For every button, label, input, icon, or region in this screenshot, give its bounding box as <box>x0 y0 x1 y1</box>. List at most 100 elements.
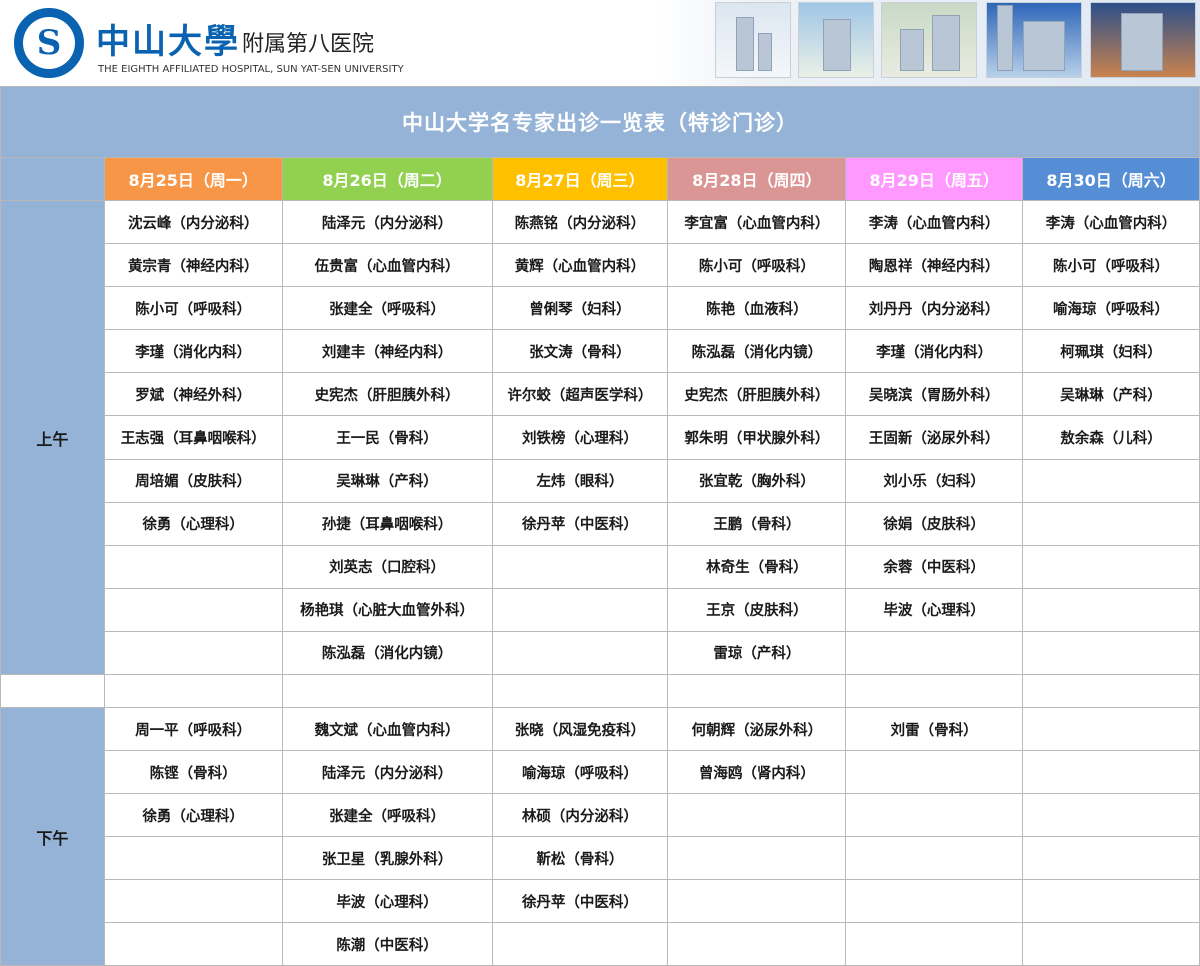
doctor-cell: 周一平（呼吸科） <box>103 707 283 752</box>
building-photo <box>1090 2 1196 78</box>
doctor-cell <box>845 922 1024 966</box>
brand-subname-chinese: 附属第八医院 <box>242 32 375 57</box>
doctor-cell: 徐勇（心理科） <box>103 501 283 546</box>
expert-schedule-table: 中山大学名专家出诊一览表（特诊门诊） 8月25日（周一） 8月26日（周二） 8… <box>0 86 1200 966</box>
doctor-cell: 刘铁榜（心理科） <box>491 415 669 460</box>
doctor-cell: 陈小可（呼吸科） <box>667 243 847 288</box>
doctor-cell <box>491 922 669 966</box>
doctor-cell: 陈潮（中医科） <box>281 922 493 966</box>
doctor-cell: 陆泽元（内分泌科） <box>281 199 493 245</box>
doctor-cell: 史宪杰（肝胆胰外科） <box>281 372 493 417</box>
doctor-cell: 张建全（呼吸科） <box>281 286 493 331</box>
schedule-row: 杨艳琪（心脏大血管外科） 王京（皮肤科） 毕波（心理科） <box>1 587 1200 632</box>
doctor-cell <box>103 922 283 966</box>
date-header: 8月29日（周五） <box>845 157 1024 201</box>
doctor-cell: 余蓉（中医科） <box>845 544 1024 589</box>
building-photo <box>986 2 1082 78</box>
doctor-cell: 刘小乐（妇科） <box>845 458 1024 503</box>
doctor-cell: 王志强（耳鼻咽喉科） <box>103 415 283 460</box>
doctor-cell <box>845 836 1024 881</box>
doctor-cell: 黄辉（心血管内科） <box>491 243 669 288</box>
doctor-cell: 张卫星（乳腺外科） <box>281 836 493 881</box>
schedule-row: 陈小可（呼吸科） 张建全（呼吸科） 曾俐琴（妇科） 陈艳（血液科） 刘丹丹（内分泌科）喻… <box>1 286 1200 331</box>
schedule-row: 徐勇（心理科） 孙捷（耳鼻咽喉科） 徐丹苹（中医科） 王鹏（骨科） 徐娟（皮肤科） <box>1 501 1200 546</box>
building-photo <box>798 2 874 78</box>
doctor-cell: 曾俐琴（妇科） <box>491 286 669 331</box>
doctor-cell <box>1022 630 1200 676</box>
doctor-cell <box>491 630 669 676</box>
doctor-cell <box>845 879 1024 924</box>
doctor-cell: 陈泓磊（消化内镜） <box>667 329 847 374</box>
building-photo <box>881 2 977 78</box>
doctor-cell: 张建全（呼吸科） <box>281 793 493 838</box>
doctor-cell: 沈云峰（内分泌科） <box>103 199 283 245</box>
doctor-cell <box>667 922 847 966</box>
doctor-cell <box>1022 750 1200 795</box>
doctor-cell: 左炜（眼科） <box>491 458 669 503</box>
doctor-cell: 刘丹丹（内分泌科） <box>845 286 1024 331</box>
schedule-row: 陈铿（骨科） 陆泽元（内分泌科） 喻海琼（呼吸科） 曾海鸥（肾内科） <box>1 750 1200 795</box>
doctor-cell <box>845 630 1024 676</box>
schedule-row: 上午 沈云峰（内分泌科） 陆泽元（内分泌科） 陈燕铭（内分泌科） 李宜富（心血管内科）李… <box>0 199 1200 676</box>
doctor-cell: 罗斌（神经外科） <box>103 372 283 417</box>
doctor-cell: 吴琳琳（产科） <box>1022 372 1200 417</box>
doctor-cell: 林硕（内分泌科） <box>491 793 669 838</box>
doctor-cell: 刘建丰（神经内科） <box>281 329 493 374</box>
doctor-cell: 徐娟（皮肤科） <box>845 501 1024 546</box>
doctor-cell: 陈泓磊（消化内镜） <box>281 630 493 676</box>
doctor-cell: 陈小可（呼吸科） <box>103 286 283 331</box>
doctor-cell: 徐勇（心理科） <box>103 793 283 838</box>
hospital-photo-banner <box>655 0 1200 86</box>
doctor-cell <box>1022 879 1200 924</box>
doctor-cell <box>845 793 1024 838</box>
date-header: 8月30日（周六） <box>1022 157 1200 201</box>
doctor-cell <box>1022 544 1200 589</box>
doctor-cell <box>103 630 283 676</box>
date-header: 8月26日（周二） <box>281 157 493 201</box>
doctor-cell: 靳松（骨科） <box>491 836 669 881</box>
doctor-cell <box>103 836 283 881</box>
doctor-cell: 陶恩祥（神经内科） <box>845 243 1024 288</box>
brand-name-chinese: 中山大學 <box>96 22 240 62</box>
spacer-row <box>0 674 1200 709</box>
doctor-cell: 张文涛（骨科） <box>491 329 669 374</box>
schedule-row: 毕波（心理科） 徐丹苹（中医科） <box>1 879 1200 924</box>
doctor-cell <box>103 544 283 589</box>
period-label: 下午 <box>0 707 105 966</box>
hospital-header: S 中山大學 附属第八医院 THE EIGHTH AFFILIATED HOSP… <box>0 0 1200 86</box>
doctor-cell: 何朝辉（泌尿外科） <box>667 707 847 752</box>
brand-name-english: THE EIGHTH AFFILIATED HOSPITAL, SUN YAT-… <box>98 64 404 75</box>
doctor-cell: 喻海琼（呼吸科） <box>1022 286 1200 331</box>
schedule-row: 周培媚（皮肤科） 吴琳琳（产科） 左炜（眼科） 张宜乾（胸外科） 刘小乐（妇科） <box>1 458 1200 503</box>
doctor-cell: 孙捷（耳鼻咽喉科） <box>281 501 493 546</box>
schedule-row: 王志强（耳鼻咽喉科） 王一民（骨科） 刘铁榜（心理科） 郭朱明（甲状腺外科） 王固新（泌… <box>1 415 1200 460</box>
doctor-cell <box>1022 458 1200 503</box>
doctor-cell: 黄宗青（神经内科） <box>103 243 283 288</box>
doctor-cell: 敖余森（儿科） <box>1022 415 1200 460</box>
doctor-cell: 吴琳琳（产科） <box>281 458 493 503</box>
doctor-cell: 曾海鸥（肾内科） <box>667 750 847 795</box>
doctor-cell <box>491 544 669 589</box>
doctor-cell: 王京（皮肤科） <box>667 587 847 632</box>
doctor-cell: 张宜乾（胸外科） <box>667 458 847 503</box>
schedule-row: 张卫星（乳腺外科） 靳松（骨科） <box>1 836 1200 881</box>
corner-cell <box>0 157 105 201</box>
schedule-row: 下午 周一平（呼吸科） 魏文斌（心血管内科） 张晓（风湿免疫科） 何朝辉（泌尿外科） 刘雷… <box>0 707 1200 966</box>
doctor-cell <box>1022 587 1200 632</box>
doctor-cell: 杨艳琪（心脏大血管外科） <box>281 587 493 632</box>
doctor-cell <box>667 879 847 924</box>
doctor-cell: 徐丹苹（中医科） <box>491 501 669 546</box>
doctor-cell: 毕波（心理科） <box>845 587 1024 632</box>
doctor-cell: 周培媚（皮肤科） <box>103 458 283 503</box>
doctor-cell: 郭朱明（甲状腺外科） <box>667 415 847 460</box>
doctor-cell: 许尔蛟（超声医学科） <box>491 372 669 417</box>
doctor-cell <box>1022 922 1200 966</box>
doctor-cell: 柯珮琪（妇科） <box>1022 329 1200 374</box>
doctor-cell: 李涛（心血管内科） <box>1022 199 1200 245</box>
doctor-cell: 王一民（骨科） <box>281 415 493 460</box>
doctor-cell: 刘雷（骨科） <box>845 707 1024 752</box>
doctor-cell <box>667 836 847 881</box>
doctor-cell <box>1022 707 1200 752</box>
doctor-cell: 吴晓滨（胃肠外科） <box>845 372 1024 417</box>
doctor-cell: 王固新（泌尿外科） <box>845 415 1024 460</box>
